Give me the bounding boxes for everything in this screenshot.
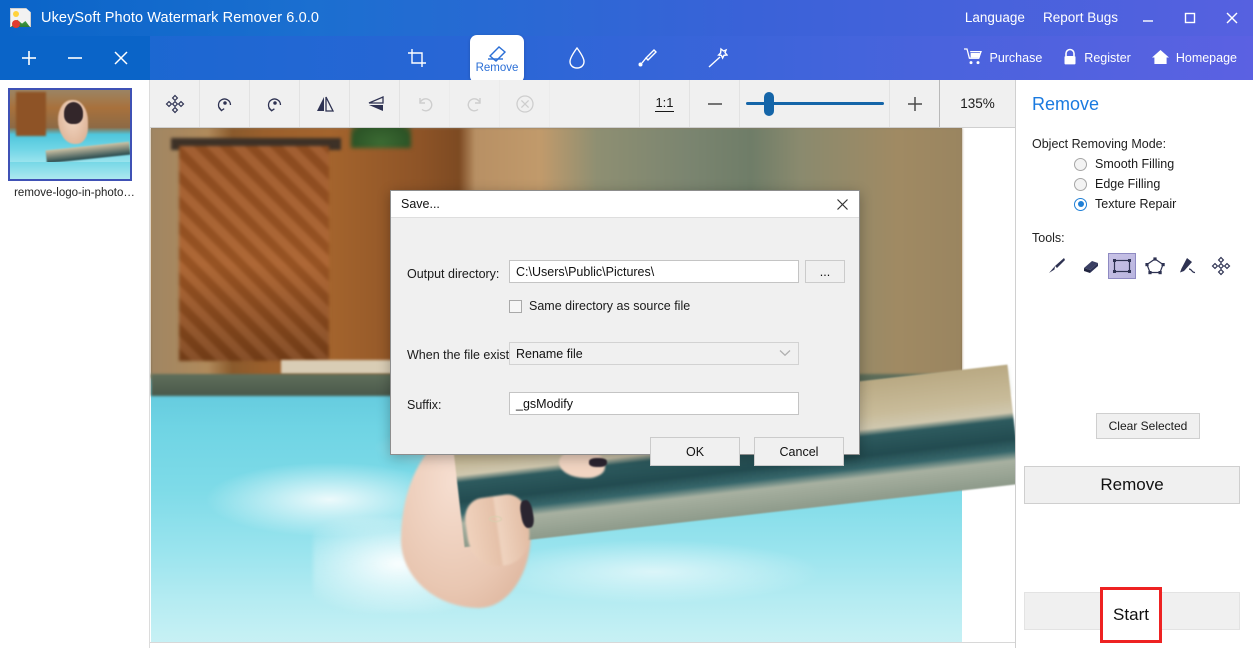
- panel-title: Remove: [1032, 94, 1100, 114]
- cancel-button[interactable]: Cancel: [754, 437, 844, 466]
- zoom-percent-label: 135%: [939, 80, 1015, 127]
- flip-horizontal-icon[interactable]: [300, 80, 350, 127]
- watermark-drop-tool-button[interactable]: [560, 41, 594, 75]
- file-list-panel: remove-logo-in-photo…: [0, 80, 150, 648]
- save-dialog-close-icon[interactable]: [825, 191, 859, 217]
- add-file-icon[interactable]: [18, 47, 40, 69]
- brush-tool-icon[interactable]: [1042, 253, 1070, 279]
- lock-icon: [1062, 48, 1078, 69]
- rotate-left-icon[interactable]: [200, 80, 250, 127]
- zoom-fit-label: 1:1: [655, 95, 674, 113]
- mode-label-edge-filling: Edge Filling: [1095, 177, 1161, 191]
- same-directory-label: Same directory as source file: [529, 299, 691, 313]
- output-directory-input[interactable]: C:\Users\Public\Pictures\: [509, 260, 799, 283]
- start-button[interactable]: Start: [1100, 587, 1162, 643]
- title-bar: UkeySoft Photo Watermark Remover 6.0.0 L…: [0, 0, 1253, 36]
- crop-tool-button[interactable]: [400, 41, 434, 75]
- suffix-label: Suffix:: [407, 398, 442, 412]
- save-dialog-title: Save...: [401, 197, 440, 211]
- tools-row: [1016, 245, 1253, 279]
- cart-icon: [964, 48, 983, 68]
- file-list-actions: [0, 36, 150, 80]
- report-bugs-link[interactable]: Report Bugs: [1034, 0, 1127, 36]
- save-dialog: Save... Output directory: C:\Users\Publi…: [390, 190, 860, 466]
- zoom-slider-handle[interactable]: [763, 91, 774, 116]
- pen-tool-icon[interactable]: [1174, 253, 1202, 279]
- flip-vertical-icon[interactable]: [350, 80, 400, 127]
- eraser-tool-icon[interactable]: [1075, 253, 1103, 279]
- zoom-out-button[interactable]: [689, 80, 739, 127]
- thumbnail-item[interactable]: [8, 88, 132, 181]
- purchase-label: Purchase: [989, 51, 1043, 65]
- app-title: UkeySoft Photo Watermark Remover 6.0.0: [41, 10, 320, 26]
- reset-icon[interactable]: [500, 80, 550, 127]
- register-label: Register: [1084, 51, 1131, 65]
- zoom-slider[interactable]: [739, 80, 889, 127]
- when-file-exists-label: When the file exists:: [407, 348, 519, 362]
- output-directory-label: Output directory:: [407, 267, 500, 281]
- magic-wand-tool-button[interactable]: [700, 41, 734, 75]
- register-button[interactable]: Register: [1054, 44, 1139, 73]
- browse-button[interactable]: ...: [805, 260, 845, 283]
- chevron-down-icon: [778, 347, 792, 361]
- object-removing-mode-label: Object Removing Mode:: [1032, 137, 1167, 151]
- radio-icon-selected: [1074, 197, 1087, 211]
- mode-option-edge-filling[interactable]: Edge Filling: [1016, 171, 1253, 191]
- purchase-button[interactable]: Purchase: [956, 44, 1050, 72]
- radio-icon: [1074, 157, 1087, 171]
- when-file-exists-value: Rename file: [516, 346, 583, 361]
- clear-selected-button[interactable]: Clear Selected: [1096, 413, 1200, 439]
- save-dialog-body: Output directory: C:\Users\Public\Pictur…: [391, 218, 859, 466]
- rectangle-select-tool-icon[interactable]: [1108, 253, 1136, 279]
- maximize-icon[interactable]: [1169, 0, 1211, 36]
- redo-icon[interactable]: [450, 80, 500, 127]
- remove-file-icon[interactable]: [64, 47, 86, 69]
- thumbnail-list: remove-logo-in-photo…: [0, 80, 149, 199]
- rotate-right-icon[interactable]: [250, 80, 300, 127]
- application-window: UkeySoft Photo Watermark Remover 6.0.0 L…: [0, 0, 1253, 648]
- remove-tool-button[interactable]: Remove: [470, 35, 524, 83]
- mode-option-texture-repair[interactable]: Texture Repair: [1016, 191, 1253, 211]
- status-bar: [150, 642, 1015, 648]
- zoom-fit-button[interactable]: 1:1: [639, 80, 689, 127]
- radio-icon: [1074, 177, 1087, 191]
- homepage-button[interactable]: Homepage: [1143, 44, 1245, 73]
- suffix-input[interactable]: _gsModify: [509, 392, 799, 415]
- brush-tool-button[interactable]: [630, 41, 664, 75]
- mode-option-smooth-filling[interactable]: Smooth Filling: [1016, 151, 1253, 171]
- when-file-exists-select[interactable]: Rename file: [509, 342, 799, 365]
- mode-label-texture-repair: Texture Repair: [1095, 197, 1177, 211]
- ribbon-tools: Remove: [400, 35, 734, 83]
- mode-label-smooth-filling: Smooth Filling: [1095, 157, 1175, 171]
- zoom-controls: 1:1 135%: [639, 80, 1015, 127]
- clear-files-icon[interactable]: [110, 47, 132, 69]
- homepage-label: Homepage: [1175, 51, 1237, 65]
- title-bar-actions: Language Report Bugs: [956, 0, 1253, 36]
- home-icon: [1151, 48, 1170, 69]
- zoom-slider-track: [745, 91, 884, 116]
- polygon-select-tool-icon[interactable]: [1141, 253, 1169, 279]
- undo-icon[interactable]: [400, 80, 450, 127]
- checkbox-icon[interactable]: [509, 299, 522, 313]
- close-icon[interactable]: [1211, 0, 1253, 36]
- move-icon[interactable]: [150, 80, 200, 127]
- remove-action-button[interactable]: Remove: [1024, 466, 1240, 504]
- ok-button[interactable]: OK: [650, 437, 740, 466]
- save-dialog-title-bar: Save...: [391, 191, 859, 218]
- ribbon-links: Purchase Register Homepage: [956, 36, 1245, 80]
- remove-tool-label: Remove: [475, 61, 519, 74]
- app-logo-icon: [10, 8, 32, 28]
- move-tool-icon[interactable]: [1207, 253, 1235, 279]
- same-directory-checkbox-row[interactable]: Same directory as source file: [509, 299, 690, 313]
- thumbnail-filename: remove-logo-in-photo…: [14, 187, 135, 199]
- zoom-in-button[interactable]: [889, 80, 939, 127]
- tools-label: Tools:: [1032, 231, 1065, 245]
- edit-toolbar: 1:1 135%: [150, 80, 1015, 128]
- language-menu[interactable]: Language: [956, 0, 1034, 36]
- minimize-icon[interactable]: [1127, 0, 1169, 36]
- remove-settings-panel: Remove Object Removing Mode: Smooth Fill…: [1015, 80, 1253, 648]
